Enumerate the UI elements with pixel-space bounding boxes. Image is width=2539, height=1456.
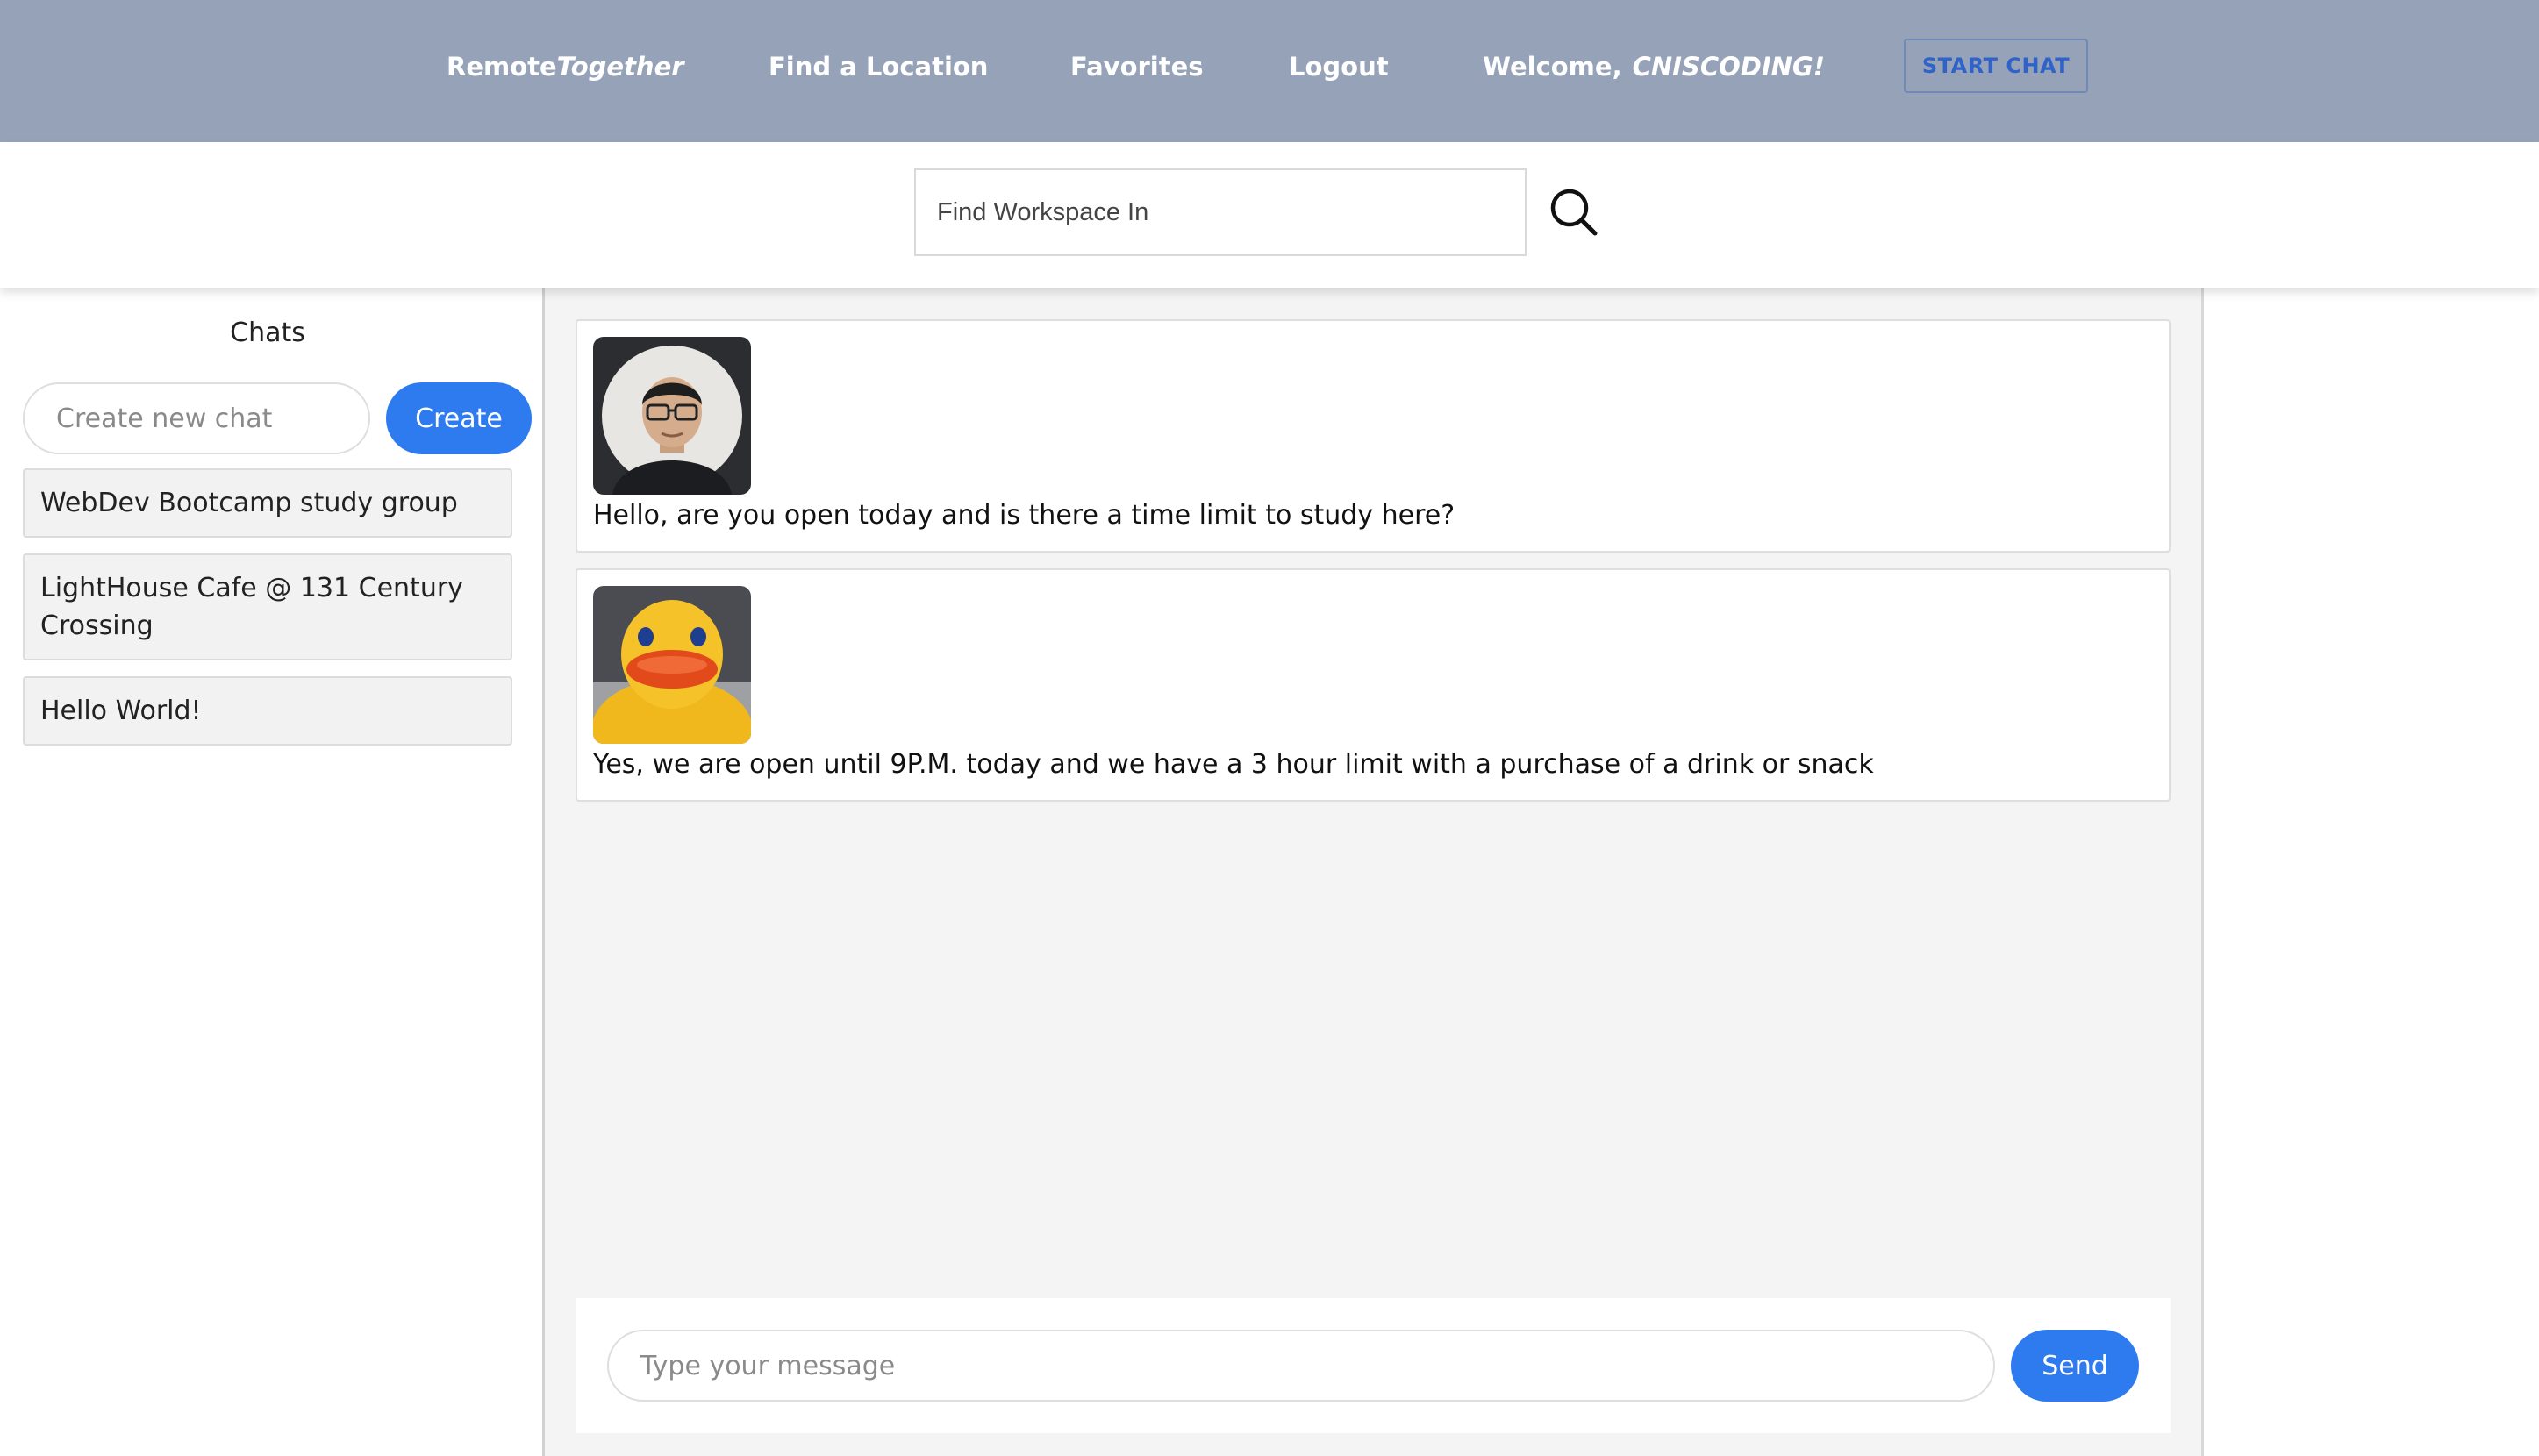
create-chat-button[interactable]: Create — [386, 382, 532, 454]
chat-panel: Hello, are you open today and is there a… — [545, 288, 2204, 1456]
message-text: Yes, we are open until 9P.M. today and w… — [593, 749, 1874, 780]
welcome-message: Welcome, CNISCODING! — [1483, 49, 1825, 84]
nav-favorites[interactable]: Favorites — [1070, 49, 1204, 84]
top-nav: RemoteTogether Find a Location Favorites… — [0, 0, 2539, 142]
user-avatar-rubber-duck — [593, 586, 751, 744]
brand-name-italic: Together — [556, 52, 684, 82]
chat-list-item[interactable]: WebDev Bootcamp study group — [23, 468, 512, 538]
welcome-label: Welcome, — [1483, 52, 1622, 82]
search-bar — [0, 142, 2539, 288]
message-composer: Send — [576, 1298, 2171, 1433]
chat-sidebar: Chats Create WebDev Bootcamp study group… — [0, 288, 545, 1456]
brand-name-plain: Remote — [447, 52, 557, 82]
sidebar-title: Chats — [230, 318, 305, 348]
message-list: Hello, are you open today and is there a… — [576, 319, 2171, 817]
message-text: Hello, are you open today and is there a… — [593, 500, 1455, 531]
message-input[interactable] — [607, 1330, 1995, 1402]
welcome-username: CNISCODING! — [1632, 52, 1825, 82]
search-icon[interactable] — [1548, 186, 1600, 239]
chat-list-item[interactable]: LightHouse Cafe @ 131 Century Crossing — [23, 553, 512, 660]
send-button[interactable]: Send — [2011, 1330, 2139, 1402]
chat-message: Yes, we are open until 9P.M. today and w… — [576, 568, 2171, 802]
brand-logo-link[interactable]: RemoteTogether — [447, 49, 684, 84]
chat-message: Hello, are you open today and is there a… — [576, 319, 2171, 553]
start-chat-button[interactable]: START CHAT — [1904, 39, 2088, 93]
new-chat-input[interactable] — [23, 382, 370, 454]
nav-find-location[interactable]: Find a Location — [769, 49, 988, 84]
workspace-search-input[interactable] — [914, 168, 1527, 256]
chat-list: WebDev Bootcamp study group LightHouse C… — [23, 468, 512, 761]
chat-list-item[interactable]: Hello World! — [23, 676, 512, 746]
nav-logout[interactable]: Logout — [1289, 49, 1389, 84]
user-avatar-man — [593, 337, 751, 495]
